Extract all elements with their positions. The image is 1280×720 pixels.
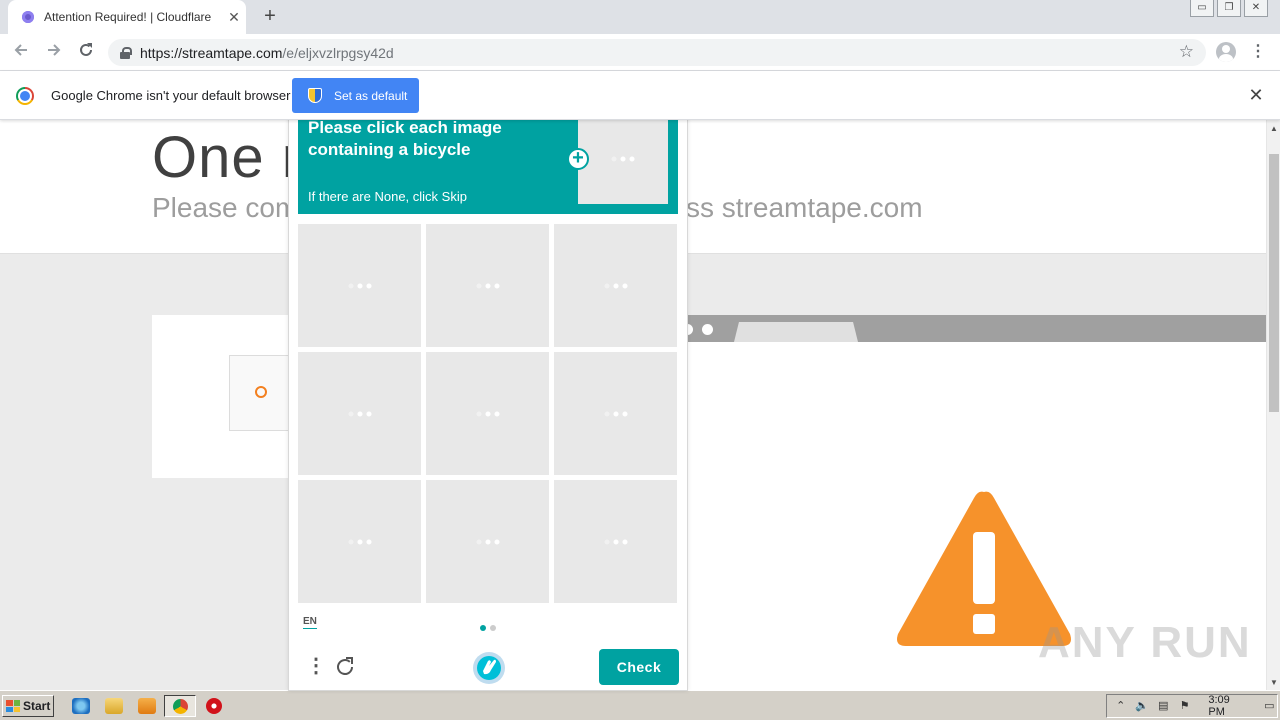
- window-controls: ▭ ❐ ✕: [1187, 0, 1268, 18]
- close-window-button[interactable]: ✕: [1244, 0, 1268, 17]
- loading-dots-icon: [611, 156, 635, 162]
- action-center-flag-icon[interactable]: ⚑: [1177, 699, 1192, 713]
- infobar-message: Google Chrome isn't your default browser: [51, 88, 291, 103]
- page-subheading-right: ss streamtape.com: [686, 192, 923, 223]
- loading-dots-icon: [604, 283, 627, 288]
- network-icon[interactable]: ▤: [1156, 699, 1171, 713]
- forward-arrow-icon[interactable]: [43, 42, 65, 64]
- captcha-tile[interactable]: [298, 480, 421, 603]
- spinner-icon: [255, 386, 267, 398]
- captcha-menu-icon[interactable]: ⋮: [306, 654, 326, 680]
- browser-tab-illustration: [734, 322, 858, 342]
- default-browser-infobar: Google Chrome isn't your default browser…: [0, 71, 1280, 120]
- windows-taskbar: Start ⌃ 🔈 ▤ ⚑ 3:09 PM ▭: [0, 690, 1280, 720]
- browser-tab[interactable]: Attention Required! | Cloudflare ✕: [8, 0, 246, 34]
- url-path: /e/eljxvzlrpgsy42d: [282, 44, 394, 61]
- profile-avatar-icon[interactable]: [1216, 42, 1236, 62]
- back-arrow-icon[interactable]: [10, 42, 32, 64]
- loading-dots-icon: [348, 539, 371, 544]
- media-player-icon[interactable]: [138, 698, 156, 714]
- infobar-close-icon[interactable]: ✕: [1246, 85, 1266, 106]
- browser-dot-icon: [702, 324, 713, 335]
- browser-menu-icon[interactable]: ⋮: [1250, 42, 1266, 62]
- address-bar[interactable]: https://streamtape.com/e/eljxvzlrpgsy42d…: [108, 39, 1206, 66]
- loading-dots-icon: [476, 411, 499, 416]
- loading-dots-icon: [348, 411, 371, 416]
- captcha-prompt: Please click each image containing a bic…: [298, 106, 678, 214]
- chrome-taskbar-icon: [173, 699, 188, 714]
- new-tab-button[interactable]: +: [258, 6, 282, 28]
- page-subheading-left: Please com: [152, 192, 299, 223]
- internet-explorer-icon[interactable]: [72, 698, 90, 714]
- captcha-tile[interactable]: [426, 224, 549, 347]
- hcaptcha-challenge: Please click each image containing a bic…: [288, 105, 688, 691]
- browser-toolbar: https://streamtape.com/e/eljxvzlrpgsy42d…: [0, 34, 1280, 71]
- page-dot-active: [480, 625, 486, 631]
- cloudflare-checkbox[interactable]: [229, 355, 289, 431]
- lock-icon[interactable]: [120, 46, 132, 59]
- loading-dots-icon: [348, 283, 371, 288]
- scroll-thumb[interactable]: [1269, 154, 1279, 412]
- start-label: Start: [23, 699, 51, 713]
- example-image: [578, 114, 668, 204]
- loading-dots-icon: [476, 539, 499, 544]
- start-button[interactable]: Start: [2, 695, 54, 717]
- system-tray: ⌃ 🔈 ▤ ⚑ 3:09 PM ▭: [1106, 694, 1278, 718]
- check-button[interactable]: Check: [599, 649, 679, 685]
- captcha-tile[interactable]: [426, 352, 549, 475]
- windows-logo-icon: [6, 700, 20, 712]
- captcha-prompt-subtitle: If there are None, click Skip: [308, 189, 467, 204]
- expand-example-icon[interactable]: +: [567, 148, 589, 170]
- set-as-default-button[interactable]: Set as default: [292, 78, 419, 113]
- set-as-default-label: Set as default: [334, 88, 408, 103]
- bookmark-star-icon[interactable]: ☆: [1179, 42, 1194, 62]
- captcha-tile[interactable]: [298, 224, 421, 347]
- captcha-prompt-title: Please click each image containing a bic…: [308, 118, 502, 159]
- browser-illustration-bar: [682, 315, 1266, 342]
- loading-dots-icon: [604, 411, 627, 416]
- scroll-up-icon[interactable]: ▲: [1267, 122, 1280, 136]
- restore-button[interactable]: ❐: [1217, 0, 1241, 17]
- taskbar-clock[interactable]: 3:09 PM: [1208, 694, 1247, 718]
- page-indicator: [480, 625, 496, 631]
- taskbar-chrome-button[interactable]: [164, 695, 196, 717]
- tab-strip: Attention Required! | Cloudflare ✕ + ▭ ❐…: [0, 0, 1280, 34]
- anyrun-watermark: ANY RUN: [1038, 618, 1252, 667]
- chrome-logo-icon: [16, 87, 34, 105]
- refresh-challenge-icon[interactable]: [333, 655, 357, 679]
- uac-shield-icon: [308, 88, 322, 103]
- captcha-tile[interactable]: [554, 352, 677, 475]
- tab-title: Attention Required! | Cloudflare: [44, 10, 212, 24]
- loading-dots-icon: [476, 283, 499, 288]
- tray-expand-icon[interactable]: ⌃: [1113, 699, 1128, 713]
- captcha-tile[interactable]: [554, 480, 677, 603]
- show-desktop-icon[interactable]: ▭: [1262, 699, 1277, 713]
- captcha-tile[interactable]: [298, 352, 421, 475]
- url-host: https://streamtape.com: [140, 44, 283, 61]
- volume-icon[interactable]: 🔈: [1134, 699, 1149, 713]
- captcha-image-grid: [298, 224, 679, 603]
- tab-favicon-icon: [22, 11, 34, 23]
- minimize-button[interactable]: ▭: [1190, 0, 1214, 17]
- scroll-down-icon[interactable]: ▼: [1267, 676, 1280, 690]
- opera-icon[interactable]: [206, 698, 222, 714]
- captcha-tile[interactable]: [426, 480, 549, 603]
- file-explorer-icon[interactable]: [105, 698, 123, 714]
- reload-icon[interactable]: [75, 42, 97, 64]
- page-scrollbar[interactable]: ▲ ▼: [1266, 120, 1280, 690]
- captcha-tile[interactable]: [554, 224, 677, 347]
- hcaptcha-logo-icon[interactable]: [472, 651, 506, 685]
- language-selector[interactable]: EN: [303, 616, 317, 629]
- page-dot: [490, 625, 496, 631]
- tab-close-icon[interactable]: ✕: [222, 9, 246, 26]
- loading-dots-icon: [604, 539, 627, 544]
